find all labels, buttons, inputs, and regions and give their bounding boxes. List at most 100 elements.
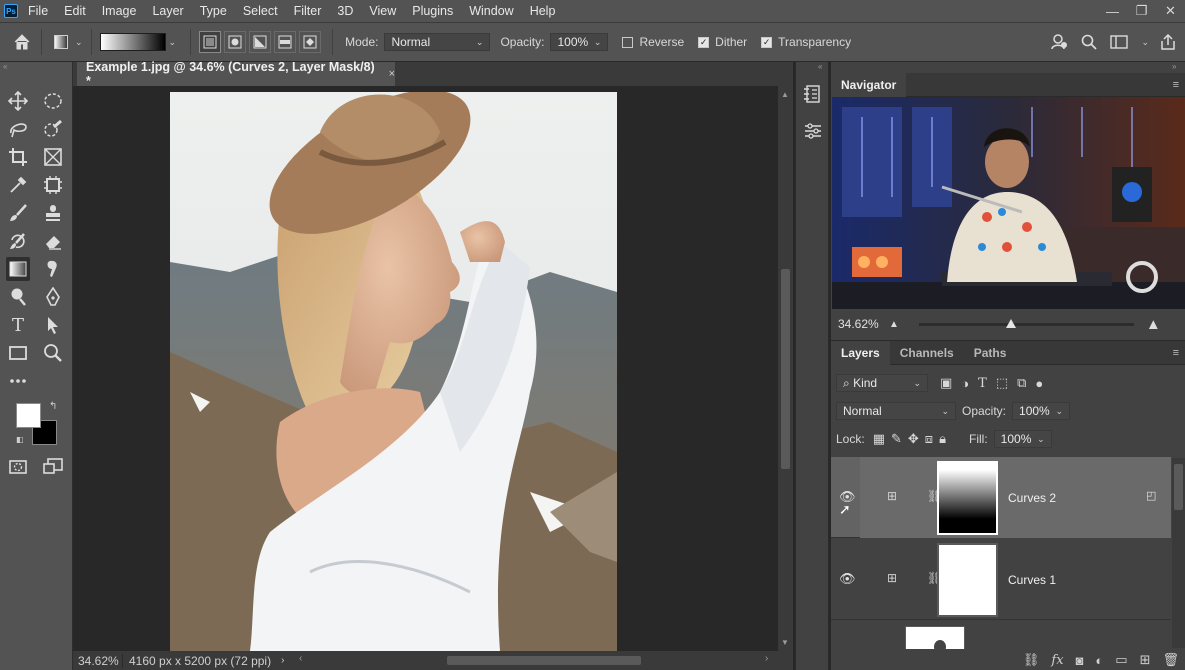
- reverse-checkbox[interactable]: [622, 36, 634, 48]
- workspace-icon[interactable]: [1108, 31, 1130, 53]
- tab-navigator[interactable]: Navigator: [831, 72, 907, 97]
- zoom-tool-icon[interactable]: [41, 341, 65, 365]
- history-panel-icon[interactable]: [802, 83, 824, 105]
- filter-shape-icon[interactable]: ⬚: [996, 375, 1008, 391]
- opacity-field[interactable]: 100% ⌄: [550, 33, 609, 51]
- angle-gradient-icon[interactable]: [249, 31, 272, 53]
- new-layer-icon[interactable]: ⊞: [1140, 652, 1151, 668]
- scroll-down-icon[interactable]: ▼: [781, 638, 789, 647]
- navigator-zoom-slider[interactable]: [918, 318, 1134, 328]
- frame-tool-icon[interactable]: [41, 145, 65, 169]
- gradient-picker-chevron-icon[interactable]: ⌄: [169, 37, 177, 48]
- properties-panel-icon[interactable]: [802, 120, 824, 142]
- home-icon[interactable]: [11, 31, 33, 53]
- edit-toolbar-icon[interactable]: [6, 369, 30, 393]
- lock-transparent-icon[interactable]: ▦: [873, 431, 885, 447]
- layers-menu-icon[interactable]: ≡: [1173, 347, 1179, 359]
- menu-image[interactable]: Image: [94, 0, 145, 22]
- tab-layers[interactable]: Layers: [831, 340, 890, 365]
- transparency-checkbox[interactable]: ✓: [761, 36, 773, 48]
- tab-channels[interactable]: Channels: [890, 341, 964, 365]
- collapse-toolbar-icon[interactable]: «: [3, 62, 7, 71]
- lock-artboard-icon[interactable]: ⧈: [925, 431, 933, 447]
- document-image[interactable]: [170, 92, 617, 651]
- layer-style-fx-icon[interactable]: fx: [1051, 653, 1063, 668]
- lock-position-icon[interactable]: ✥: [908, 431, 919, 447]
- foreground-color-swatch[interactable]: [16, 403, 41, 428]
- lock-all-icon[interactable]: 🔒︎: [939, 431, 946, 447]
- menu-help[interactable]: Help: [522, 0, 564, 22]
- canvas-area[interactable]: [77, 86, 778, 651]
- type-tool-icon[interactable]: T: [6, 313, 30, 337]
- menu-view[interactable]: View: [361, 0, 404, 22]
- reverse-option[interactable]: Reverse: [622, 35, 684, 49]
- linear-gradient-icon[interactable]: [199, 31, 222, 53]
- tool-preset-chevron-icon[interactable]: ⌄: [75, 37, 83, 48]
- brush-tool-icon[interactable]: [6, 201, 30, 225]
- layer-row-curves-1[interactable]: 👁︎ ⊞ ⛓︎ Curves 1: [831, 539, 1171, 620]
- horizontal-scroll-thumb[interactable]: [447, 656, 641, 665]
- menu-select[interactable]: Select: [235, 0, 286, 22]
- eyedropper-tool-icon[interactable]: [6, 173, 30, 197]
- menu-filter[interactable]: Filter: [286, 0, 330, 22]
- default-colors-icon[interactable]: ◧: [16, 435, 24, 444]
- swap-colors-icon[interactable]: ↰: [49, 401, 57, 412]
- rectangle-tool-icon[interactable]: [6, 341, 30, 365]
- menu-window[interactable]: Window: [461, 0, 521, 22]
- expand-panels-icon[interactable]: »: [1172, 62, 1176, 71]
- diamond-gradient-icon[interactable]: [299, 31, 322, 53]
- menu-layer[interactable]: Layer: [144, 0, 191, 22]
- zoom-out-icon[interactable]: ▲: [889, 319, 899, 330]
- layer-row-curves-2[interactable]: 👁︎ ➚ ⊞ ⛓︎ Curves 2 ◰: [831, 457, 1171, 538]
- mode-dropdown[interactable]: Normal ⌄: [384, 33, 491, 51]
- crop-tool-icon[interactable]: [6, 145, 30, 169]
- gradient-tool-icon[interactable]: [6, 257, 30, 281]
- quick-selection-tool-icon[interactable]: [41, 117, 65, 141]
- gradient-editor-swatch[interactable]: [99, 33, 166, 51]
- pen-tool-icon[interactable]: [41, 285, 65, 309]
- scroll-left-icon[interactable]: ‹: [299, 653, 302, 664]
- search-icon[interactable]: [1078, 31, 1100, 53]
- add-mask-icon[interactable]: ◙: [1076, 653, 1084, 668]
- transparency-option[interactable]: ✓ Transparency: [761, 35, 851, 49]
- zoom-in-icon[interactable]: ▲: [1146, 316, 1161, 333]
- zoom-level[interactable]: 34.62%: [73, 653, 123, 668]
- minimize-icon[interactable]: —: [1098, 4, 1127, 19]
- canvas-horizontal-scrollbar[interactable]: ‹ ›: [299, 653, 773, 666]
- layer-mask-thumbnail[interactable]: [937, 543, 998, 617]
- new-group-icon[interactable]: ▭: [1115, 652, 1127, 668]
- layers-scroll-thumb[interactable]: [1174, 464, 1183, 510]
- workspace-chevron-icon[interactable]: ⌄: [1141, 37, 1149, 48]
- layer-name[interactable]: Curves 1: [1008, 573, 1056, 587]
- dither-checkbox[interactable]: ✓: [698, 36, 710, 48]
- layer-opacity-field[interactable]: 100% ⌄: [1012, 402, 1071, 420]
- share-export-icon[interactable]: [1157, 31, 1179, 53]
- navigator-zoom-value[interactable]: 34.62%: [831, 317, 889, 331]
- quick-mask-icon[interactable]: [6, 455, 30, 479]
- menu-edit[interactable]: Edit: [56, 0, 94, 22]
- filter-adjustment-icon[interactable]: ◑: [961, 376, 969, 391]
- layer-name[interactable]: Curves 2: [1008, 491, 1056, 505]
- share-user-icon[interactable]: [1048, 31, 1070, 53]
- restore-icon[interactable]: ❐: [1127, 3, 1156, 19]
- vertical-scroll-thumb[interactable]: [781, 269, 790, 469]
- document-tab[interactable]: Example 1.jpg @ 34.6% (Curves 2, Layer M…: [77, 60, 395, 88]
- zoom-slider-knob[interactable]: [1005, 318, 1016, 328]
- dither-option[interactable]: ✓ Dither: [698, 35, 747, 49]
- eraser-tool-icon[interactable]: [41, 229, 65, 253]
- history-brush-tool-icon[interactable]: [6, 229, 30, 253]
- tab-paths[interactable]: Paths: [964, 341, 1017, 365]
- path-selection-tool-icon[interactable]: [41, 313, 65, 337]
- smudge-tool-icon[interactable]: [41, 257, 65, 281]
- close-document-icon[interactable]: ×: [389, 68, 395, 80]
- dodge-tool-icon[interactable]: [6, 285, 30, 309]
- clone-stamp-tool-icon[interactable]: [41, 201, 65, 225]
- reflected-gradient-icon[interactable]: [274, 31, 297, 53]
- fill-field[interactable]: 100% ⌄: [993, 430, 1052, 448]
- radial-gradient-icon[interactable]: [224, 31, 247, 53]
- navigator-menu-icon[interactable]: ≡: [1173, 79, 1179, 91]
- filter-pixel-icon[interactable]: ▣: [940, 375, 952, 391]
- close-window-icon[interactable]: ✕: [1156, 3, 1185, 19]
- layer-mask-thumbnail[interactable]: [937, 461, 998, 535]
- navigator-preview[interactable]: [832, 97, 1185, 309]
